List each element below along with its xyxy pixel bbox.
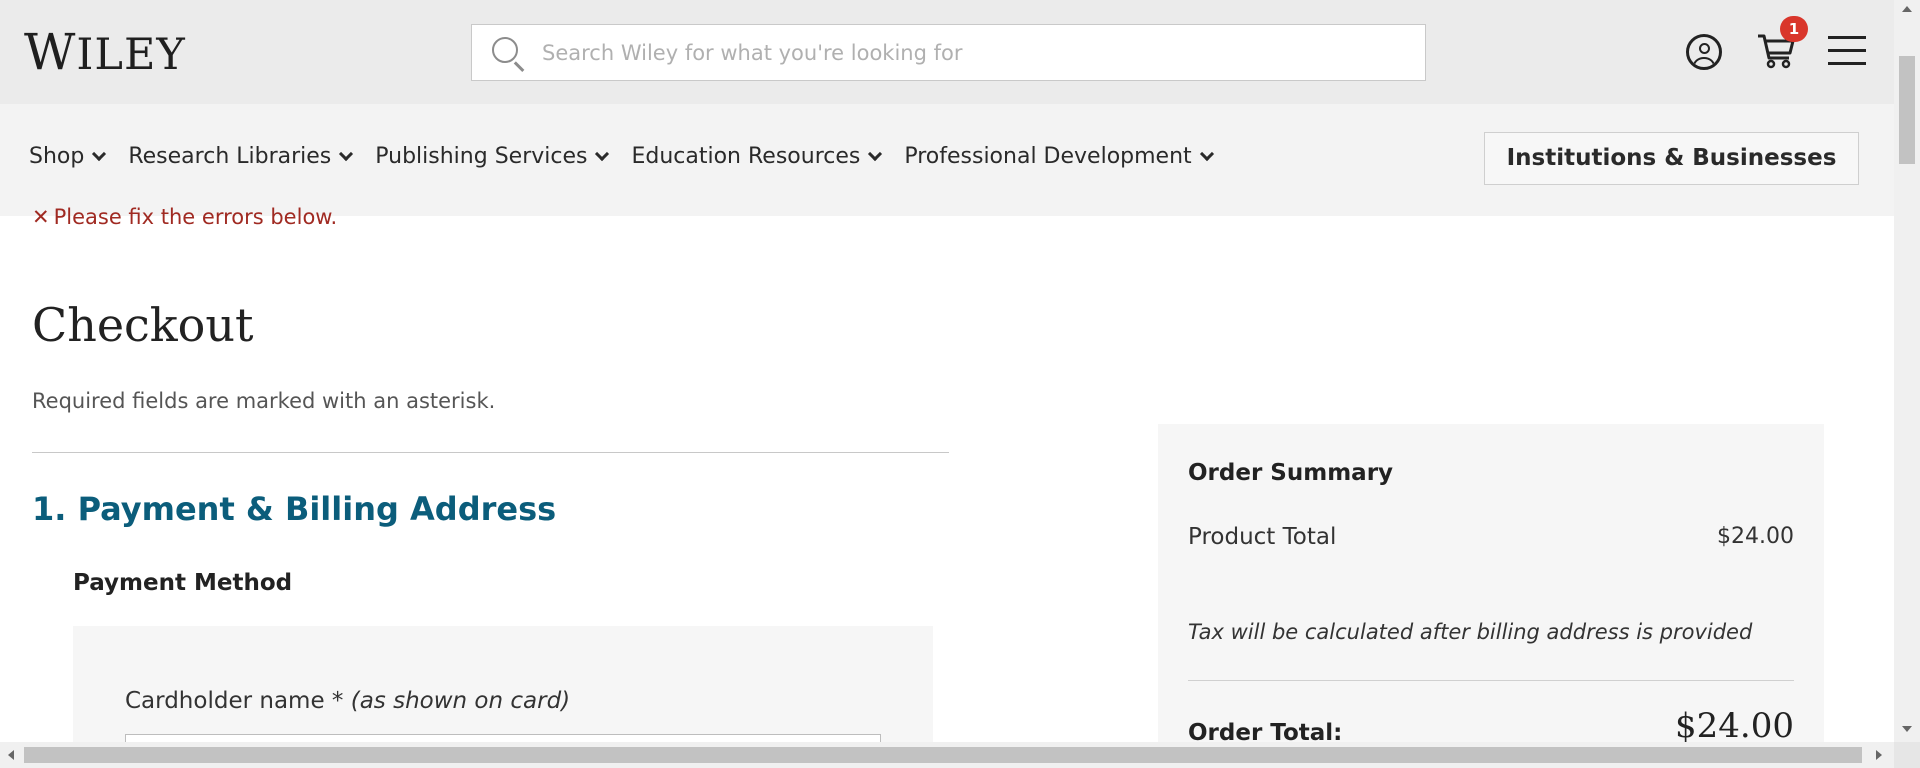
nav-item-label: Professional Development xyxy=(904,144,1192,169)
main-nav: Shop Research Libraries Publishing Servi… xyxy=(0,104,1894,216)
nav-item-publishing-services[interactable]: Publishing Services xyxy=(375,144,610,169)
nav-item-label: Education Resources xyxy=(631,144,861,169)
chevron-down-icon xyxy=(1199,146,1214,161)
section-title-payment: 1. Payment & Billing Address xyxy=(32,490,557,528)
nav-item-label: Research Libraries xyxy=(128,144,332,169)
top-header: WILEY 1 xyxy=(0,0,1894,104)
scroll-left-arrow-icon[interactable] xyxy=(8,750,14,760)
payment-method-label: Payment Method xyxy=(73,570,293,596)
nav-item-education-resources[interactable]: Education Resources xyxy=(631,144,883,169)
order-summary: Order Summary Product Total $24.00 Tax w… xyxy=(1158,424,1824,768)
search-icon[interactable] xyxy=(490,35,526,72)
cardholder-label-text: Cardholder name * xyxy=(125,688,344,714)
chevron-down-icon xyxy=(339,146,354,161)
chevron-down-icon xyxy=(92,146,107,161)
cardholder-name-label: Cardholder name * (as shown on card) xyxy=(125,688,570,714)
cart-button[interactable]: 1 xyxy=(1756,16,1808,74)
nav-item-research-libraries[interactable]: Research Libraries xyxy=(128,144,354,169)
institutions-businesses-button[interactable]: Institutions & Businesses xyxy=(1484,132,1859,185)
chevron-down-icon xyxy=(595,146,610,161)
order-total-value: $24.00 xyxy=(1675,706,1794,746)
error-message: ✕ Please fix the errors below. xyxy=(32,205,337,229)
wiley-logo[interactable]: WILEY xyxy=(24,22,186,85)
scroll-down-arrow-icon[interactable] xyxy=(1902,726,1912,732)
nav-items: Shop Research Libraries Publishing Servi… xyxy=(29,144,1236,169)
vertical-scrollbar[interactable] xyxy=(1894,0,1920,768)
nav-item-professional-development[interactable]: Professional Development xyxy=(904,144,1214,169)
scrollbar-corner xyxy=(1894,742,1920,768)
search-input[interactable] xyxy=(542,40,1422,65)
error-text: Please fix the errors below. xyxy=(53,205,338,229)
account-icon[interactable] xyxy=(1686,34,1722,70)
hamburger-menu-icon[interactable] xyxy=(1828,36,1866,66)
scroll-up-arrow-icon[interactable] xyxy=(1902,6,1912,12)
summary-divider xyxy=(1188,680,1794,681)
horizontal-scrollbar[interactable] xyxy=(0,742,1894,768)
nav-item-label: Shop xyxy=(29,144,85,169)
chevron-down-icon xyxy=(868,146,883,161)
tax-note: Tax will be calculated after billing add… xyxy=(1188,620,1753,644)
cart-count-badge: 1 xyxy=(1780,16,1808,42)
page: WILEY 1 Shop xyxy=(0,0,1920,768)
cardholder-label-hint: (as shown on card) xyxy=(350,688,571,714)
divider xyxy=(32,452,949,453)
nav-item-label: Publishing Services xyxy=(375,144,588,169)
product-total-value: $24.00 xyxy=(1717,524,1794,549)
search-box[interactable] xyxy=(471,24,1426,81)
close-icon: ✕ xyxy=(32,205,50,229)
required-fields-note: Required fields are marked with an aster… xyxy=(32,389,496,413)
product-total-label: Product Total xyxy=(1188,524,1337,550)
scroll-right-arrow-icon[interactable] xyxy=(1876,750,1882,760)
order-summary-title: Order Summary xyxy=(1188,460,1394,486)
vertical-scrollbar-thumb[interactable] xyxy=(1899,56,1915,164)
nav-item-shop[interactable]: Shop xyxy=(29,144,107,169)
page-title: Checkout xyxy=(32,298,254,352)
horizontal-scrollbar-thumb[interactable] xyxy=(24,747,1862,763)
